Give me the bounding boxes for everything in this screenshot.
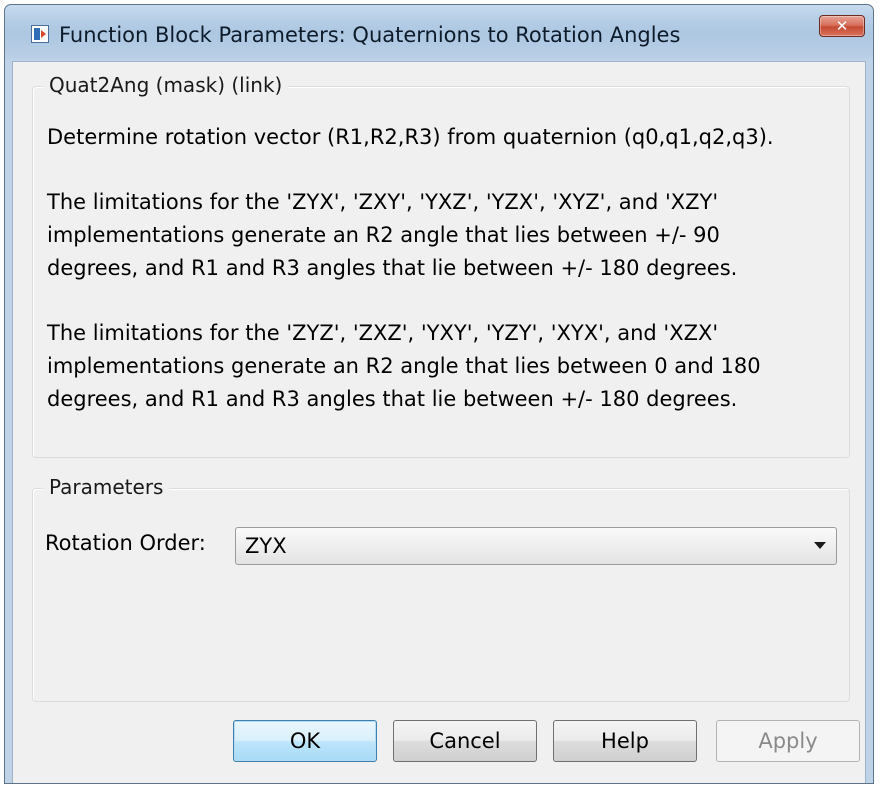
description-group: Quat2Ang (mask) (link) Determine rotatio… [32, 73, 850, 458]
close-button[interactable]: ✕ [819, 15, 865, 37]
window-title: Function Block Parameters: Quaternions t… [59, 23, 681, 47]
dialog-body: Quat2Ang (mask) (link) Determine rotatio… [12, 61, 866, 783]
ok-button[interactable]: OK [233, 720, 377, 762]
cancel-button[interactable]: Cancel [393, 720, 537, 762]
simulink-block-icon [31, 25, 49, 43]
rotation-order-value: ZYX [245, 534, 287, 558]
description-limitations-2: The limitations for the 'ZYZ', 'ZXZ', 'Y… [47, 321, 761, 411]
description-summary: Determine rotation vector (R1,R2,R3) fro… [47, 125, 774, 149]
dialog-window: Function Block Parameters: Quaternions t… [4, 4, 874, 784]
title-bar[interactable]: Function Block Parameters: Quaternions t… [5, 5, 873, 59]
rotation-order-select[interactable]: ZYX [235, 527, 837, 565]
close-icon: ✕ [835, 17, 849, 35]
help-button[interactable]: Help [553, 720, 697, 762]
chevron-down-icon [814, 542, 826, 549]
description-group-label: Quat2Ang (mask) (link) [43, 73, 289, 97]
parameters-group-label: Parameters [43, 475, 170, 499]
apply-button[interactable]: Apply [716, 720, 860, 762]
parameters-group: Parameters Rotation Order: ZYX [32, 475, 850, 702]
description-limitations-1: The limitations for the 'ZYX', 'ZXY', 'Y… [47, 190, 738, 280]
rotation-order-label: Rotation Order: [45, 531, 206, 555]
